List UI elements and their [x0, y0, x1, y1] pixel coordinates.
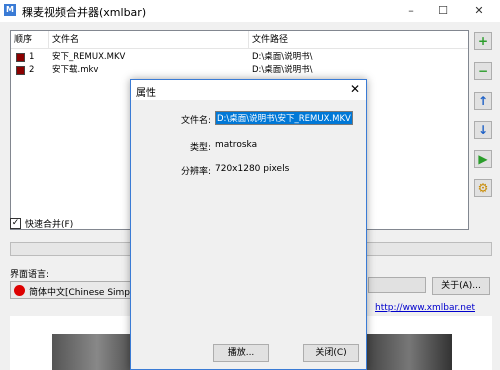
move-up-button[interactable]: ↑ [474, 92, 492, 110]
filename-field[interactable]: D:\桌面\说明书\安下_REMUX.MKV [215, 111, 353, 125]
fast-merge-label[interactable]: 快速合并(F) [25, 217, 73, 230]
about-button[interactable]: 关于(A)... [432, 277, 490, 295]
settings-button[interactable]: ⚙ [474, 179, 492, 197]
banner-photo-left [52, 334, 142, 370]
start-merge-button[interactable]: ▶ [474, 150, 492, 168]
type-label: 类型: [189, 143, 211, 153]
dialog-close-button[interactable]: 关闭(C) [303, 344, 359, 362]
close-button[interactable]: ✕ [464, 0, 494, 22]
column-header-path[interactable]: 文件路径 [249, 31, 468, 49]
language-label: 界面语言: [10, 270, 50, 280]
filename-label: 文件名: [180, 116, 211, 126]
title-bar: M 稞麦视频合并器(xmlbar) – ☐ ✕ [0, 0, 500, 22]
list-header: 顺序 文件名 文件路径 [11, 31, 468, 49]
dialog-title-bar: 属性 ✕ [131, 80, 366, 100]
table-row[interactable]: 2 安下载.mkv D:\桌面\说明书\ [11, 64, 468, 77]
row-path: D:\桌面\说明书\ [252, 65, 313, 75]
maximize-button[interactable]: ☐ [428, 0, 458, 22]
dialog-close-icon[interactable]: ✕ [350, 82, 360, 96]
app-icon: M [4, 4, 16, 16]
language-select[interactable]: 简体中文[Chinese Simplified] [10, 281, 132, 299]
row-filename: 安下_REMUX.MKV [52, 52, 126, 62]
move-down-button[interactable]: ↓ [474, 121, 492, 139]
add-file-button[interactable]: + [474, 32, 492, 50]
properties-dialog: 属性 ✕ 文件名: D:\桌面\说明书\安下_REMUX.MKV 类型: mat… [130, 79, 367, 370]
row-filename: 安下载.mkv [52, 65, 99, 75]
fast-merge-checkbox[interactable]: ✓ [10, 217, 21, 229]
language-selected-value: 简体中文[Chinese Simplified] [29, 288, 132, 298]
table-row[interactable]: 1 安下_REMUX.MKV D:\桌面\说明书\ [11, 51, 468, 64]
window-title: 稞麦视频合并器(xmlbar) [22, 6, 147, 19]
resolution-value: 720x1280 pixels [215, 164, 290, 174]
row-path: D:\桌面\说明书\ [252, 52, 313, 62]
column-header-filename[interactable]: 文件名 [49, 31, 249, 49]
china-flag-icon [14, 285, 25, 296]
hidden-button[interactable] [368, 277, 426, 293]
column-header-order[interactable]: 顺序 [11, 31, 49, 49]
fast-merge-option[interactable]: ✓ 快速合并(F) [10, 216, 73, 230]
dialog-title: 属性 [136, 88, 156, 99]
row-index: 1 [29, 52, 35, 62]
banner-photo-right [366, 334, 452, 370]
minimize-button[interactable]: – [396, 0, 426, 22]
video-file-icon [16, 66, 25, 75]
row-index: 2 [29, 65, 35, 75]
video-file-icon [16, 53, 25, 62]
remove-file-button[interactable]: − [474, 62, 492, 80]
play-button[interactable]: 播放... [213, 344, 269, 362]
resolution-label: 分辨率: [180, 167, 211, 177]
type-value: matroska [215, 140, 258, 150]
website-link[interactable]: http://www.xmlbar.net [375, 303, 475, 313]
